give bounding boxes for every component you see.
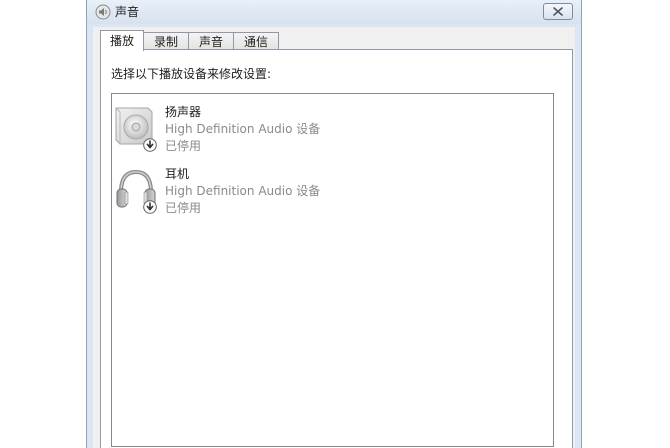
sound-dialog: 声音 播放 录制 声音 通信 选择以下播放设备来修改设置: 扬声器 High D… [86, 0, 582, 448]
tab-playback[interactable]: 播放 [100, 30, 145, 51]
close-icon [553, 7, 563, 16]
tab-communications[interactable]: 通信 [233, 32, 280, 50]
window-title: 声音 [115, 5, 140, 19]
device-item-headphones[interactable]: 耳机 High Definition Audio 设备 已停用 [114, 166, 534, 224]
device-description: High Definition Audio 设备 [165, 122, 321, 136]
playback-panel: 选择以下播放设备来修改设置: 扬声器 High Definition Audio… [100, 49, 573, 448]
instruction-text: 选择以下播放设备来修改设置: [111, 67, 272, 81]
device-status: 已停用 [165, 201, 202, 215]
client-area: 播放 录制 声音 通信 选择以下播放设备来修改设置: 扬声器 High Defi… [93, 27, 575, 448]
disabled-arrow-icon [143, 137, 157, 152]
tab-recording[interactable]: 录制 [143, 32, 190, 50]
screen: 声音 播放 录制 声音 通信 选择以下播放设备来修改设置: 扬声器 High D… [0, 0, 670, 448]
tab-strip: 播放 录制 声音 通信 [100, 30, 280, 51]
tab-sounds[interactable]: 声音 [188, 32, 235, 50]
disabled-arrow-icon [143, 199, 157, 214]
device-name: 耳机 [165, 167, 190, 181]
device-status: 已停用 [165, 139, 202, 153]
device-description: High Definition Audio 设备 [165, 184, 321, 198]
device-list[interactable]: 扬声器 High Definition Audio 设备 已停用 耳机 High… [111, 93, 554, 447]
speaker-icon [95, 4, 111, 20]
device-name: 扬声器 [165, 105, 202, 119]
title-bar[interactable]: 声音 [87, 0, 581, 24]
close-button[interactable] [543, 3, 573, 20]
device-item-speakers[interactable]: 扬声器 High Definition Audio 设备 已停用 [114, 104, 534, 162]
